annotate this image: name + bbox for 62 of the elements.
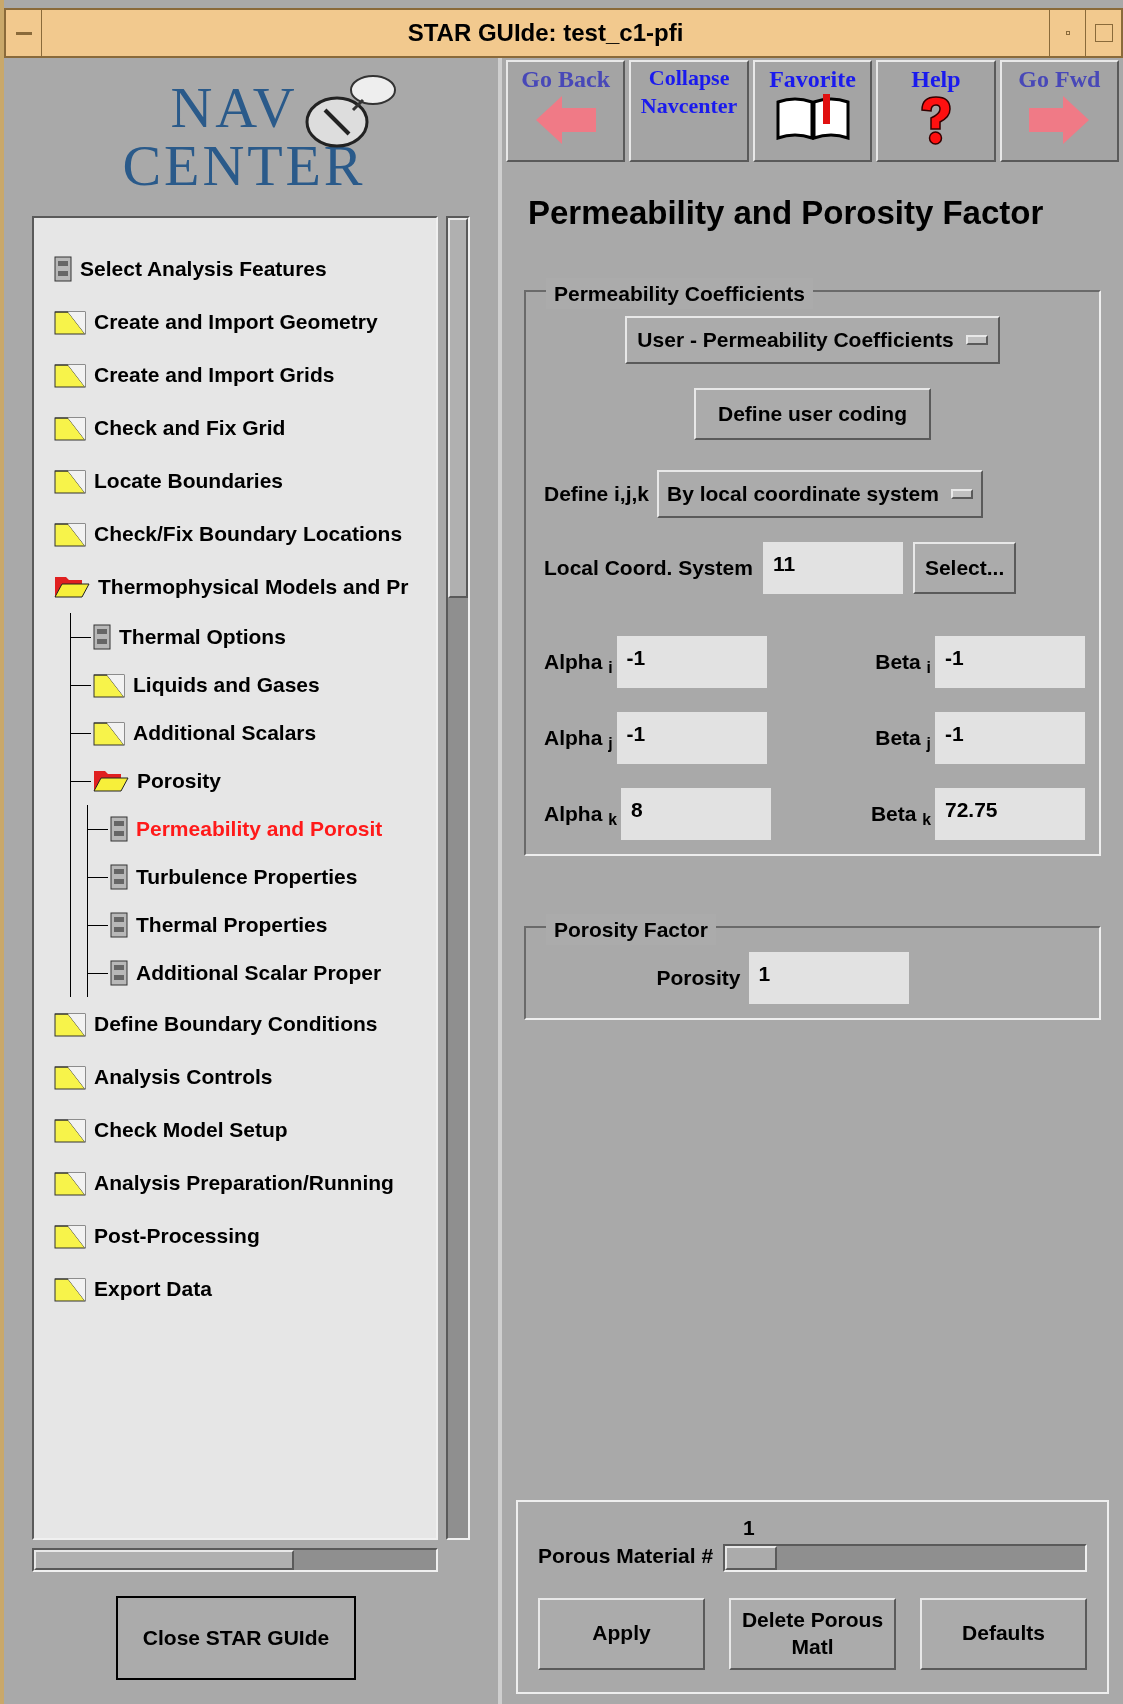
tree-item[interactable]: Turbulence Properties <box>88 853 436 901</box>
tree-item[interactable]: Create and Import Grids <box>54 348 436 401</box>
tree-item[interactable]: Porosity <box>71 757 436 805</box>
dropdown-indicator-icon <box>965 334 988 345</box>
file-cabinet-icon <box>110 816 128 842</box>
window-title: STAR GUIde: test_c1-pfi <box>406 18 685 48</box>
tree-item[interactable]: Post-Processing <box>54 1209 436 1262</box>
tree-item[interactable]: Check Model Setup <box>54 1103 436 1156</box>
tree-item[interactable]: Select Analysis Features <box>54 242 436 295</box>
tree-item[interactable]: Additional Scalars <box>71 709 436 757</box>
file-cabinet-icon <box>110 960 128 986</box>
tree-item[interactable]: Check/Fix Boundary Locations <box>54 507 436 560</box>
dropdown-indicator-icon <box>950 488 973 499</box>
field-label: Local Coord. System <box>544 554 753 581</box>
tree-item[interactable]: Thermophysical Models and Pr <box>54 560 436 613</box>
logo-text: NAV <box>170 79 298 137</box>
define-user-coding-button[interactable]: Define user coding <box>694 387 931 440</box>
input-field[interactable]: 8 <box>620 787 771 840</box>
field-label: Define i,j,k <box>544 480 650 507</box>
tree-item[interactable]: Additional Scalar Proper <box>88 949 436 997</box>
input-field[interactable]: 72.75 <box>935 787 1085 840</box>
book-icon <box>774 94 851 140</box>
input-field[interactable]: -1 <box>616 711 767 764</box>
close-button[interactable]: Close STAR GUIde <box>116 1596 356 1680</box>
tree-item[interactable]: Thermal Options <box>71 613 436 661</box>
field-label: Porosity <box>656 964 741 991</box>
tree-item[interactable]: Analysis Preparation/Running <box>54 1156 436 1209</box>
file-cabinet-icon <box>54 255 72 282</box>
tree-item[interactable]: Locate Boundaries <box>54 454 436 507</box>
tree-item[interactable]: Export Data <box>54 1262 436 1315</box>
field-label: Alpha $_{i}$ <box>544 648 613 678</box>
field-label: Alpha $_{j}$ <box>544 724 613 754</box>
horizontal-scrollbar[interactable] <box>32 1548 438 1572</box>
field-label: Alpha $_{k}$ <box>544 800 617 830</box>
select-button[interactable]: Select... <box>912 541 1017 594</box>
input-field[interactable]: -1 <box>616 635 767 688</box>
input-field[interactable]: 1 <box>748 951 909 1004</box>
input-field[interactable]: -1 <box>935 711 1085 764</box>
slider-thumb[interactable] <box>725 1545 778 1570</box>
tree-item[interactable]: Thermal Properties <box>88 901 436 949</box>
logo-text: CENTER <box>122 137 366 195</box>
method-dropdown[interactable]: User - Permeability Coefficients <box>625 315 1000 364</box>
tree-item[interactable]: Check and Fix Grid <box>54 401 436 454</box>
file-cabinet-icon <box>110 912 128 938</box>
tree-item[interactable]: Define Boundary Conditions <box>54 997 436 1050</box>
slider-reading: 1 <box>743 1515 756 1541</box>
page-title: Permeability and Porosity Factor <box>528 193 1045 233</box>
field-label: Beta $_{k}$ <box>870 800 931 830</box>
input-field[interactable]: -1 <box>935 635 1085 688</box>
action-button[interactable]: Apply <box>538 1597 705 1670</box>
file-cabinet-icon <box>110 864 128 890</box>
field-label: Beta $_{j}$ <box>875 724 931 754</box>
tree-item[interactable]: Create and Import Geometry <box>54 295 436 348</box>
action-button[interactable]: Defaults <box>920 1597 1087 1670</box>
action-button[interactable]: Delete Porous Matl <box>729 1597 896 1670</box>
slider-label: Porous Material # <box>538 1543 714 1569</box>
tree-item[interactable]: Liquids and Gases <box>71 661 436 709</box>
tree-item[interactable]: Analysis Controls <box>54 1050 436 1103</box>
field-label: Beta $_{i}$ <box>875 648 931 678</box>
input-field[interactable]: 11 <box>762 541 903 594</box>
file-cabinet-icon <box>93 624 111 650</box>
ijk-dropdown[interactable]: By local coordinate system <box>657 469 983 518</box>
